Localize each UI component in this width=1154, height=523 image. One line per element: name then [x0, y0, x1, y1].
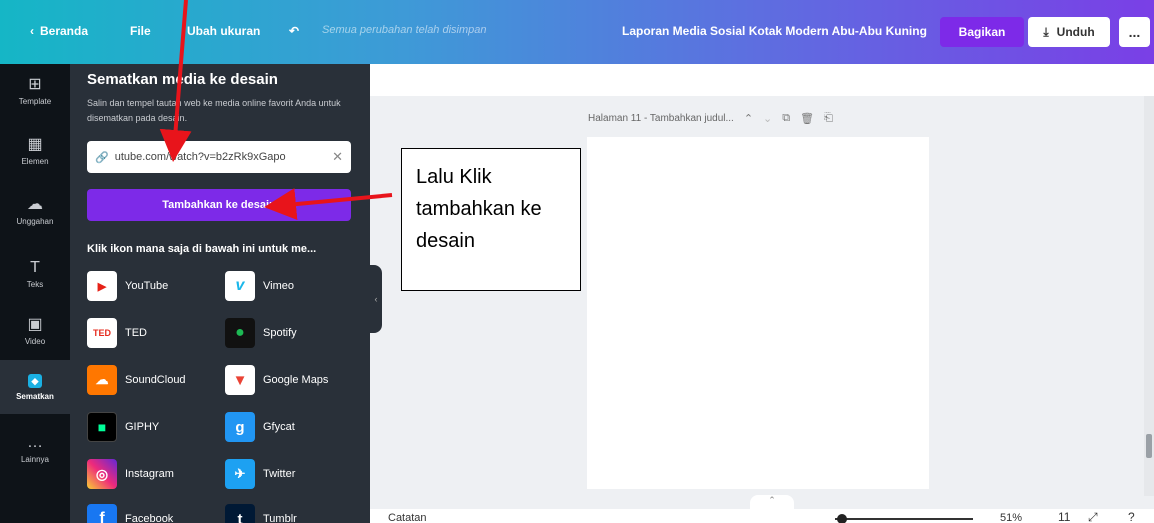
embed-panel: Sematkan media ke desain Salin dan tempe… [70, 64, 370, 523]
zoom-slider[interactable] [835, 518, 973, 520]
rail-item-embed[interactable]: ◆ Sematkan [0, 360, 70, 414]
show-pages-toggle[interactable]: ⌃ [750, 495, 794, 509]
undo-icon: ↶ [289, 24, 300, 38]
gfycat-icon: g [225, 412, 255, 442]
instagram-icon: ◎ [87, 459, 117, 489]
notes-button[interactable]: Catatan [388, 512, 427, 523]
more-icon: … [27, 433, 43, 451]
vimeo-icon: v [225, 271, 255, 301]
add-page-icon[interactable]: ⎗ [824, 112, 833, 125]
bottom-bar: Catatan 51% 11 ⤢ ? [370, 509, 1154, 523]
video-icon: ▣ [27, 315, 43, 333]
clear-icon[interactable]: ✕ [332, 149, 343, 165]
chevron-up-icon: ⌃ [768, 495, 776, 505]
download-icon: ⤓ [1043, 24, 1049, 39]
save-status: Semua perubahan telah disimpan [322, 24, 487, 36]
page-header: Halaman 11 - Tambahkan judul... ⌃ ⌄ ⧉ 🗑 … [588, 112, 833, 125]
text-icon: T [30, 258, 40, 276]
url-input[interactable] [114, 151, 327, 163]
home-button[interactable]: ‹ Beranda [30, 24, 88, 38]
link-icon: 🔗 [95, 151, 109, 164]
top-bar: ‹ Beranda File Ubah ukuran ↶ Semua perub… [0, 0, 1154, 64]
more-options-button[interactable]: ... [1119, 17, 1150, 47]
service-facebook[interactable]: f Facebook [87, 504, 173, 523]
page-title[interactable]: Halaman 11 - Tambahkan judul... [588, 113, 734, 124]
service-youtube[interactable]: ▶ YouTube [87, 271, 168, 301]
zoom-level[interactable]: 51% [1000, 512, 1022, 523]
add-to-design-button[interactable]: Tambahkan ke desain [87, 189, 351, 221]
rail-item-uploads[interactable]: ☁ Unggahan [0, 184, 70, 238]
rail-item-elements[interactable]: ▦ Elemen [0, 124, 70, 178]
download-button[interactable]: ⤓ Unduh [1028, 17, 1110, 47]
undo-button[interactable]: ↶ [289, 24, 299, 38]
upload-icon: ☁ [27, 195, 43, 213]
spotify-icon: ● [225, 318, 255, 348]
help-icon[interactable]: ? [1128, 510, 1135, 523]
chevron-down-icon[interactable]: ⌄ [763, 112, 772, 125]
resize-menu[interactable]: Ubah ukuran [187, 24, 260, 38]
service-google-maps[interactable]: ▼ Google Maps [225, 365, 328, 395]
soundcloud-icon: ☁ [87, 365, 117, 395]
vertical-scrollbar[interactable] [1144, 96, 1154, 496]
document-title[interactable]: Laporan Media Sosial Kotak Modern Abu-Ab… [622, 24, 927, 38]
rail-item-more[interactable]: … Lainnya [0, 422, 70, 476]
twitter-icon: ✈ [225, 459, 255, 489]
file-menu[interactable]: File [130, 24, 151, 38]
facebook-icon: f [87, 504, 117, 523]
map-pin-icon: ▼ [225, 365, 255, 395]
rail-item-text[interactable]: T Teks [0, 247, 70, 301]
service-ted[interactable]: TED TED [87, 318, 147, 348]
zoom-slider-handle[interactable] [837, 514, 847, 523]
rail-item-template[interactable]: ⊞ Template [0, 64, 70, 118]
chevron-left-icon: ‹ [374, 294, 378, 304]
rail-item-video[interactable]: ▣ Video [0, 304, 70, 358]
trash-icon[interactable]: 🗑 [800, 112, 814, 125]
elements-icon: ▦ [27, 135, 43, 153]
left-rail: ⊞ Template ▦ Elemen ☁ Unggahan T Teks ▣ … [0, 64, 70, 523]
design-page[interactable] [587, 137, 929, 489]
youtube-icon: ▶ [87, 271, 117, 301]
chevron-left-icon: ‹ [30, 24, 34, 38]
service-soundcloud[interactable]: ☁ SoundCloud [87, 365, 186, 395]
share-button[interactable]: Bagikan [940, 17, 1024, 47]
toolbar-strip [370, 64, 1154, 96]
service-spotify[interactable]: ● Spotify [225, 318, 297, 348]
chevron-up-icon[interactable]: ⌃ [744, 112, 753, 125]
page-count[interactable]: 11 [1058, 510, 1070, 523]
giphy-icon: ■ [87, 412, 117, 442]
service-twitter[interactable]: ✈ Twitter [225, 459, 295, 489]
service-gfycat[interactable]: g Gfycat [225, 412, 295, 442]
fullscreen-icon[interactable]: ⤢ [1088, 510, 1098, 523]
url-field-wrapper: 🔗 ✕ [87, 141, 351, 173]
service-tumblr[interactable]: t Tumblr [225, 504, 297, 523]
services-hint: Klik ikon mana saja di bawah ini untuk m… [87, 243, 317, 255]
embed-icon: ◆ [28, 373, 42, 388]
service-giphy[interactable]: ■ GIPHY [87, 412, 159, 442]
panel-title: Sematkan media ke desain [87, 71, 278, 88]
scrollbar-thumb[interactable] [1146, 434, 1152, 458]
tumblr-icon: t [225, 504, 255, 523]
panel-description: Salin dan tempel tautan web ke media onl… [87, 98, 341, 123]
service-instagram[interactable]: ◎ Instagram [87, 459, 174, 489]
annotation-callout: Lalu Klik tambahkan ke desain [401, 148, 581, 291]
ted-icon: TED [87, 318, 117, 348]
service-vimeo[interactable]: v Vimeo [225, 271, 294, 301]
template-icon: ⊞ [28, 75, 42, 93]
collapse-panel-button[interactable]: ‹ [370, 265, 382, 333]
duplicate-page-icon[interactable]: ⧉ [782, 112, 790, 125]
